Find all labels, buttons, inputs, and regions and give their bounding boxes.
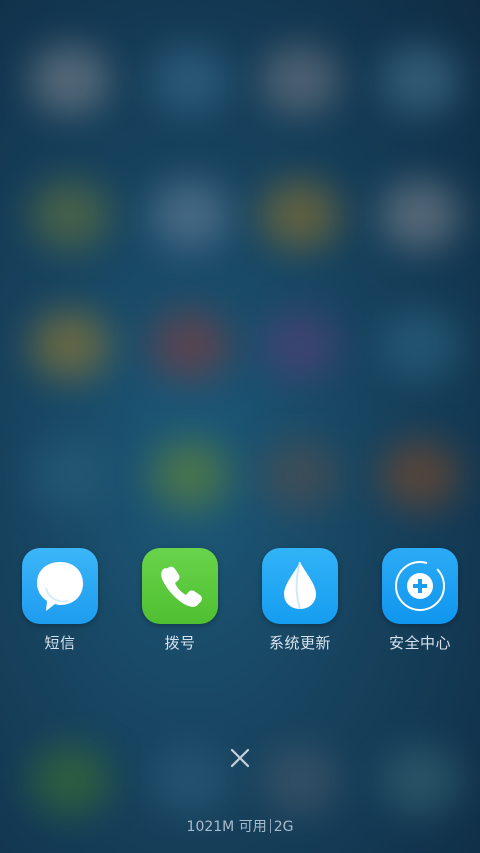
recent-app-label: 拨号 <box>164 634 196 652</box>
recent-apps-row: 短信 拨号 系统更新 安全中心 <box>0 548 480 658</box>
memory-total: 2G <box>273 819 294 835</box>
clear-all-button[interactable] <box>224 742 256 774</box>
phone-icon <box>142 548 218 624</box>
recent-app-dialer[interactable]: 拨号 <box>130 548 230 653</box>
recent-app-system-update[interactable]: 系统更新 <box>250 548 350 653</box>
close-icon <box>230 748 250 768</box>
memory-available: 1021M 可用 <box>186 819 267 835</box>
memory-status: 1021M 可用 2G <box>0 816 480 836</box>
recent-app-messages[interactable]: 短信 <box>10 548 110 653</box>
recent-app-label: 安全中心 <box>388 634 451 652</box>
recent-app-label: 短信 <box>44 634 76 652</box>
update-drop-icon <box>262 548 338 624</box>
separator <box>269 819 271 833</box>
recent-app-security-center[interactable]: 安全中心 <box>370 548 470 653</box>
message-bubble-icon <box>22 548 98 624</box>
shield-plus-icon <box>382 548 458 624</box>
recent-app-label: 系统更新 <box>268 634 331 652</box>
